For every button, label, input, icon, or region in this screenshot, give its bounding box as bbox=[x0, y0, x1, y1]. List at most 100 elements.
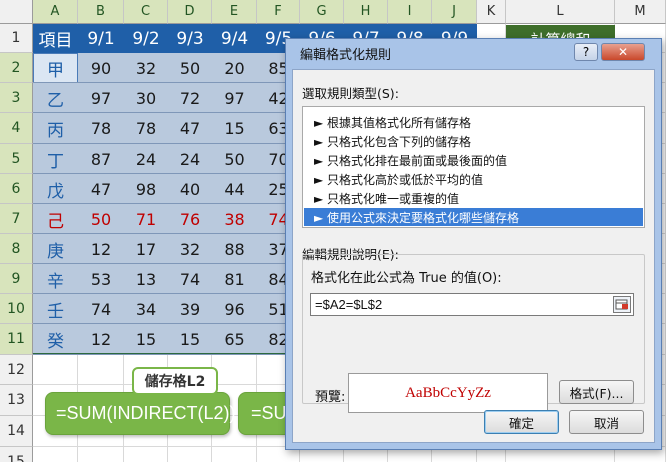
column-header[interactable]: M bbox=[615, 0, 666, 24]
column-header[interactable]: F bbox=[257, 0, 300, 24]
data-cell[interactable]: 71 bbox=[124, 204, 168, 234]
data-cell[interactable]: 39 bbox=[168, 294, 212, 324]
rule-type-item[interactable]: ► 只格式化唯一或重複的值 bbox=[304, 189, 643, 207]
data-cell[interactable]: 50 bbox=[212, 144, 257, 174]
row-header[interactable]: 14 bbox=[0, 416, 33, 447]
column-header[interactable]: G bbox=[300, 0, 344, 24]
data-cell[interactable]: 15 bbox=[212, 113, 257, 144]
data-cell[interactable]: 74 bbox=[168, 264, 212, 294]
row-header[interactable]: 11 bbox=[0, 324, 33, 355]
data-cell[interactable]: 90 bbox=[78, 53, 124, 83]
header-cell[interactable]: 9/4 bbox=[212, 24, 257, 53]
row-header[interactable]: 3 bbox=[0, 83, 33, 113]
data-cell[interactable]: 50 bbox=[168, 53, 212, 83]
row-header[interactable]: 12 bbox=[0, 355, 33, 385]
row-header[interactable]: 4 bbox=[0, 113, 33, 144]
data-cell[interactable]: 88 bbox=[212, 234, 257, 264]
column-header[interactable]: H bbox=[344, 0, 388, 24]
row-label-cell[interactable]: 戊 bbox=[33, 174, 78, 204]
row-label-cell[interactable]: 乙 bbox=[33, 83, 78, 113]
row-header[interactable]: 1 bbox=[0, 24, 33, 53]
row-header[interactable]: 8 bbox=[0, 234, 33, 264]
rule-type-item[interactable]: ► 根據其值格式化所有儲存格 bbox=[304, 113, 643, 131]
select-all-corner[interactable] bbox=[0, 0, 33, 24]
data-cell[interactable]: 97 bbox=[212, 83, 257, 113]
format-button[interactable]: 格式(F)... bbox=[559, 380, 634, 404]
data-cell[interactable]: 38 bbox=[212, 204, 257, 234]
row-label-cell[interactable]: 丙 bbox=[33, 113, 78, 144]
rule-type-item[interactable]: ► 使用公式來決定要格式化哪些儲存格 bbox=[304, 208, 643, 226]
rule-type-item[interactable]: ► 只格式化包含下列的儲存格 bbox=[304, 132, 643, 150]
column-header[interactable]: I bbox=[388, 0, 432, 24]
row-header[interactable]: 13 bbox=[0, 385, 33, 416]
row-header[interactable]: 2 bbox=[0, 53, 33, 83]
data-cell[interactable]: 47 bbox=[168, 113, 212, 144]
data-cell[interactable]: 32 bbox=[168, 234, 212, 264]
rule-type-item[interactable]: ► 只格式化高於或低於平均的值 bbox=[304, 170, 643, 188]
data-cell[interactable]: 50 bbox=[78, 204, 124, 234]
formula-shape-1[interactable]: =SUM(INDIRECT(L2)) bbox=[45, 392, 236, 435]
data-cell[interactable]: 24 bbox=[168, 144, 212, 174]
row-label-cell[interactable]: 癸 bbox=[33, 324, 78, 355]
row-header[interactable]: 15 bbox=[0, 447, 33, 462]
data-cell[interactable]: 15 bbox=[124, 324, 168, 355]
data-cell[interactable]: 30 bbox=[124, 83, 168, 113]
data-cell[interactable]: 24 bbox=[124, 144, 168, 174]
header-cell[interactable]: 項目 bbox=[33, 24, 78, 53]
header-cell[interactable]: 9/1 bbox=[78, 24, 124, 53]
data-cell[interactable]: 87 bbox=[78, 144, 124, 174]
data-cell[interactable]: 40 bbox=[168, 174, 212, 204]
help-button[interactable]: ? bbox=[574, 43, 598, 61]
data-cell[interactable]: 13 bbox=[124, 264, 168, 294]
data-cell[interactable]: 20 bbox=[212, 53, 257, 83]
column-header[interactable]: L bbox=[506, 0, 615, 24]
data-cell[interactable]: 47 bbox=[78, 174, 124, 204]
row-label-cell[interactable]: 壬 bbox=[33, 294, 78, 324]
range-select-icon[interactable] bbox=[613, 296, 631, 313]
column-header[interactable]: E bbox=[212, 0, 257, 24]
header-cell[interactable]: 9/3 bbox=[168, 24, 212, 53]
data-cell[interactable]: 32 bbox=[124, 53, 168, 83]
data-cell[interactable]: 72 bbox=[168, 83, 212, 113]
data-cell[interactable]: 74 bbox=[78, 294, 124, 324]
column-header[interactable]: C bbox=[124, 0, 168, 24]
column-header[interactable]: A bbox=[33, 0, 78, 24]
row-label-cell[interactable]: 庚 bbox=[33, 234, 78, 264]
data-cell[interactable]: 97 bbox=[78, 83, 124, 113]
ok-button[interactable]: 確定 bbox=[484, 410, 559, 434]
data-cell[interactable]: 96 bbox=[212, 294, 257, 324]
row-header[interactable]: 7 bbox=[0, 204, 33, 234]
close-button[interactable]: ✕ bbox=[601, 43, 645, 61]
column-header[interactable]: D bbox=[168, 0, 212, 24]
data-cell[interactable]: 12 bbox=[78, 234, 124, 264]
column-header[interactable]: K bbox=[477, 0, 506, 24]
row-header[interactable]: 9 bbox=[0, 264, 33, 294]
data-cell[interactable]: 81 bbox=[212, 264, 257, 294]
column-header[interactable]: J bbox=[432, 0, 477, 24]
data-cell[interactable]: 98 bbox=[124, 174, 168, 204]
row-label-cell[interactable]: 己 bbox=[33, 204, 78, 234]
row-label-cell[interactable]: 丁 bbox=[33, 144, 78, 174]
data-cell[interactable]: 17 bbox=[124, 234, 168, 264]
row-header[interactable]: 5 bbox=[0, 144, 33, 174]
row-label-cell[interactable]: 辛 bbox=[33, 264, 78, 294]
data-cell[interactable]: 34 bbox=[124, 294, 168, 324]
rule-type-item[interactable]: ► 只格式化排在最前面或最後面的值 bbox=[304, 151, 643, 169]
header-cell[interactable]: 9/2 bbox=[124, 24, 168, 53]
data-cell[interactable]: 65 bbox=[212, 324, 257, 355]
data-cell[interactable]: 44 bbox=[212, 174, 257, 204]
row-header[interactable]: 10 bbox=[0, 294, 33, 324]
data-cell[interactable]: 78 bbox=[78, 113, 124, 144]
rule-type-list[interactable]: ► 根據其值格式化所有儲存格 ► 只格式化包含下列的儲存格 ► 只格式化排在最前面或… bbox=[302, 106, 645, 228]
data-cell[interactable]: 53 bbox=[78, 264, 124, 294]
cancel-button[interactable]: 取消 bbox=[569, 410, 644, 434]
edit-formatting-rule-dialog[interactable]: 編輯格式化規則 ? ✕ 選取規則類型(S): ► 根據其值格式化所有儲存格 ► 只… bbox=[285, 38, 662, 450]
formula-input[interactable]: =$A2=$L$2 bbox=[310, 293, 634, 316]
data-cell[interactable]: 78 bbox=[124, 113, 168, 144]
data-cell[interactable]: 12 bbox=[78, 324, 124, 355]
data-cell[interactable]: 76 bbox=[168, 204, 212, 234]
column-header[interactable]: B bbox=[78, 0, 124, 24]
data-cell[interactable]: 15 bbox=[168, 324, 212, 355]
row-label-cell[interactable]: 甲 bbox=[33, 53, 78, 83]
row-header[interactable]: 6 bbox=[0, 174, 33, 204]
